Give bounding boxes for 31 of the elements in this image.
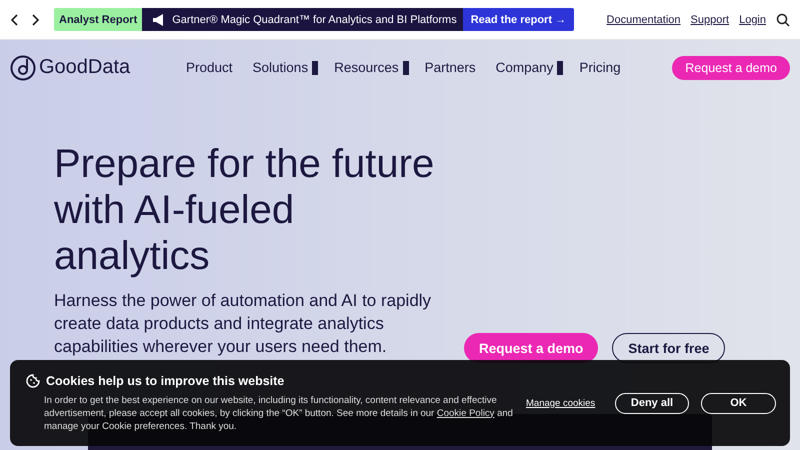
request-demo-button[interactable]: Request a demo xyxy=(672,56,790,80)
search-icon[interactable] xyxy=(776,12,790,26)
back-icon[interactable] xyxy=(10,14,20,26)
cookie-text: In order to get the best experience on our website, including its functionality, content relevance and effective advertisement, please accept all cookies, by clicking the “OK” button. See more details in our Cookie Policy and manage your Cookie preferences. Thank you. xyxy=(44,394,514,432)
nav-item[interactable]: Resources xyxy=(334,60,399,75)
nav-item[interactable]: Company xyxy=(496,60,554,75)
request-demo-button[interactable]: Request a demo xyxy=(464,333,598,363)
dropdown-icon xyxy=(557,60,564,74)
nav-item[interactable]: Solutions xyxy=(252,60,308,75)
read-report-link[interactable]: Read the report → xyxy=(462,8,574,31)
analyst-report-badge: Analyst Report xyxy=(54,8,142,31)
logo-text[interactable]: GoodData xyxy=(39,56,130,79)
top-link[interactable]: Support xyxy=(690,14,730,26)
hero-text: Harness the power of automation and AI to rapidly create data products and integrate analytics capabilities wherever your users need them. xyxy=(54,290,432,358)
cookie-title: Cookies help us to improve this website xyxy=(46,374,284,388)
top-link[interactable]: Login xyxy=(739,14,766,26)
nav-item[interactable]: Pricing xyxy=(579,60,621,75)
nav-item[interactable]: Product xyxy=(186,60,233,75)
logo-icon xyxy=(10,54,36,80)
forward-icon[interactable] xyxy=(30,14,40,26)
dropdown-icon xyxy=(312,60,318,74)
deny-button[interactable]: Deny all xyxy=(615,392,689,414)
hero-heading: Prepare for the future with AI-fueled analytics xyxy=(54,141,436,279)
nav-item[interactable]: Partners xyxy=(424,60,476,75)
ok-button[interactable]: OK xyxy=(701,392,776,414)
cookie-icon xyxy=(26,374,40,388)
cookie-policy-link[interactable]: Cookie Policy xyxy=(436,408,494,418)
dropdown-icon xyxy=(402,60,409,74)
manage-cookies-link[interactable]: Manage cookies xyxy=(526,398,596,408)
promo-banner[interactable]: Gartner® Magic Quadrant™ for Analytics and BI Platforms xyxy=(142,8,463,31)
top-link[interactable]: Documentation xyxy=(606,14,681,26)
